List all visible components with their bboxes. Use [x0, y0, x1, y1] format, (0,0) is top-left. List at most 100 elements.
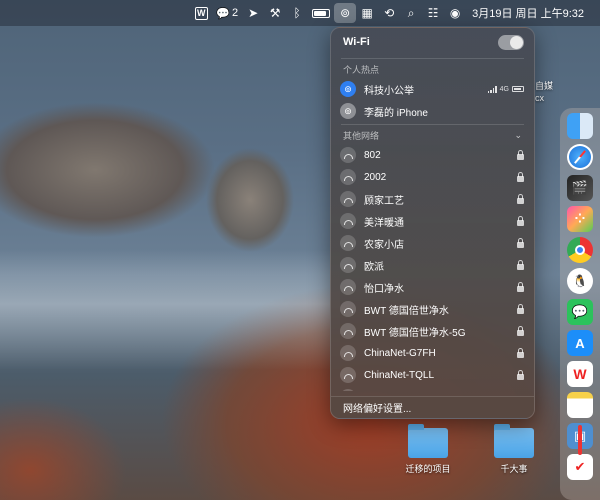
wifi-signal-icon — [340, 389, 356, 391]
network-list[interactable]: 802 2002 顾家工艺美洋暖通农家小店欧派怡口净水 BWT 德国倍世净水 BWT 德… — [331, 144, 534, 391]
safari-icon[interactable] — [567, 144, 593, 170]
wifi-network-item[interactable]: ChinaNet-TQLL — [331, 364, 534, 386]
battery-icon[interactable] — [308, 3, 334, 23]
menu-clock[interactable]: 3月19日 周日 上午9:32 — [466, 3, 590, 23]
desktop-folder-big-things[interactable]: 千大事 — [484, 424, 544, 475]
wifi-network-item[interactable]: 美洋暖通 — [331, 210, 534, 232]
desktop-folder-migrated[interactable]: 迁移的项目 — [398, 424, 458, 475]
divider — [341, 124, 524, 125]
divider — [341, 58, 524, 59]
dock-red-marker — [578, 425, 582, 455]
wallpaper-surf — [0, 250, 340, 370]
final-cut-pro-icon[interactable]: 🎬 — [567, 175, 593, 201]
folder-label: 迁移的项目 — [405, 464, 451, 474]
wifi-signal-icon — [340, 279, 356, 295]
qq-icon[interactable]: 🐧 — [567, 268, 593, 294]
wps-icon[interactable]: W — [567, 361, 593, 387]
lock-icon — [517, 193, 524, 204]
folder-icon — [494, 424, 534, 458]
notes-icon[interactable] — [567, 392, 593, 418]
wifi-network-item[interactable]: 802 — [331, 144, 534, 166]
tools-icon[interactable]: ⚒ — [264, 3, 286, 23]
lock-icon — [517, 347, 524, 358]
wifi-network-item[interactable]: 农家小店 — [331, 232, 534, 254]
wifi-network-item[interactable]: ChinaNet-wXjL — [331, 386, 534, 391]
wifi-toggle[interactable] — [498, 34, 524, 50]
lock-icon — [517, 325, 524, 336]
chrome-icon[interactable] — [567, 237, 593, 263]
wifi-header: Wi-Fi — [331, 28, 534, 56]
lock-icon — [517, 303, 524, 314]
lock-icon — [517, 237, 524, 248]
time-machine-icon[interactable]: ⟲ — [378, 3, 400, 23]
desktop-label-line1: 自媒 — [535, 81, 554, 91]
other-networks-heading[interactable]: 其他网络 ⌄ — [331, 127, 534, 144]
desktop-label-line2: cx — [535, 93, 544, 103]
send-arrow-icon[interactable]: ➤ — [242, 3, 264, 23]
wifi-signal-icon — [340, 191, 356, 207]
wifi-network-item[interactable]: 欧派 — [331, 254, 534, 276]
lock-icon — [517, 215, 524, 226]
personal-hotspot-label: 个人热点 — [343, 65, 380, 75]
link-icon: ⊚ — [340, 81, 356, 97]
cellular-signal-icon — [487, 85, 497, 93]
wifi-signal-icon — [340, 257, 356, 273]
wifi-signal-icon — [340, 235, 356, 251]
menu-bar: W 💬 2 ➤ ⚒ ᛒ ⊚ ▦ ⟲ ⌕ ☷ ◉ 3月19日 周日 上午9:32 — [0, 0, 600, 26]
wifi-hotspot-menu-icon[interactable]: ⊚ — [334, 3, 357, 23]
wifi-signal-icon — [340, 323, 356, 339]
app-store-icon[interactable]: A — [567, 330, 593, 356]
wifi-signal-icon — [340, 301, 356, 317]
wifi-network-item[interactable]: 顾家工艺 — [331, 188, 534, 210]
network-name: BWT 德国倍世净水-5G — [364, 327, 466, 339]
other-networks-label: 其他网络 — [343, 131, 380, 141]
lock-icon — [517, 281, 524, 292]
finder-icon[interactable] — [567, 113, 593, 139]
hotspot-name: 李磊的 iPhone — [364, 107, 428, 119]
hotspot-list: ⊚ 科技小公举 4G ⊚ 李磊的 iPhone — [331, 78, 534, 122]
launchpad-icon[interactable]: ⁘ — [567, 206, 593, 232]
hotspot-name: 科技小公举 — [364, 85, 414, 97]
wifi-signal-icon — [340, 169, 356, 185]
network-name: 802 — [364, 149, 381, 161]
wifi-network-item[interactable]: 2002 — [331, 166, 534, 188]
folder-label: 千大事 — [500, 464, 528, 474]
desktop-item-label[interactable]: 自媒 cx — [535, 80, 553, 104]
wifi-signal-icon — [340, 213, 356, 229]
battery-icon — [512, 86, 524, 92]
wechat-icon[interactable]: 💬 — [567, 299, 593, 325]
network-name: 欧派 — [364, 261, 384, 273]
wifi-network-item[interactable]: BWT 德国倍世净水 — [331, 298, 534, 320]
wifi-signal-icon — [340, 147, 356, 163]
network-name: ChinaNet-TQLL — [364, 369, 435, 381]
wps-menu-icon[interactable]: W — [190, 3, 212, 23]
cellular-type: 4G — [499, 85, 509, 93]
siri-icon[interactable]: ◉ — [444, 3, 466, 23]
wifi-signal-icon — [340, 367, 356, 383]
hotspot-status: 4G — [487, 85, 524, 93]
network-preferences-label: 网络偏好设置... — [343, 404, 412, 415]
wifi-network-item[interactable]: ChinaNet-G7FH — [331, 342, 534, 364]
network-name: 美洋暖通 — [364, 217, 404, 229]
wechat-menu-icon[interactable]: 💬 2 — [212, 3, 242, 23]
network-name: 怡口净水 — [364, 283, 404, 295]
bluetooth-icon[interactable]: ᛒ — [286, 3, 308, 23]
wifi-signal-icon — [340, 345, 356, 361]
link-icon: ⊚ — [340, 103, 356, 119]
chevron-down-icon[interactable]: ⌄ — [514, 130, 522, 141]
wifi-network-item[interactable]: 怡口净水 — [331, 276, 534, 298]
wifi-menu-panel: Wi-Fi 个人热点 ⊚ 科技小公举 4G ⊚ 李磊的 iPhone 其他网络 ⌄ 80… — [330, 27, 535, 419]
network-name: ChinaNet-G7FH — [364, 347, 436, 359]
control-center-icon[interactable]: ☷ — [422, 3, 444, 23]
grid-menu-icon[interactable]: ▦ — [356, 3, 378, 23]
wifi-network-item[interactable]: BWT 德国倍世净水-5G — [331, 320, 534, 342]
hotspot-item[interactable]: ⊚ 李磊的 iPhone — [331, 100, 534, 122]
hotspot-item[interactable]: ⊚ 科技小公举 4G — [331, 78, 534, 100]
network-preferences-button[interactable]: 网络偏好设置... — [331, 396, 534, 418]
folder-icon — [408, 424, 448, 458]
spotlight-search-icon[interactable]: ⌕ — [400, 3, 422, 23]
wechat-unread-count: 2 — [232, 7, 239, 19]
network-name: 农家小店 — [364, 239, 404, 251]
lock-icon — [517, 369, 524, 380]
pdf-reader-icon[interactable]: ✔ — [567, 454, 593, 480]
